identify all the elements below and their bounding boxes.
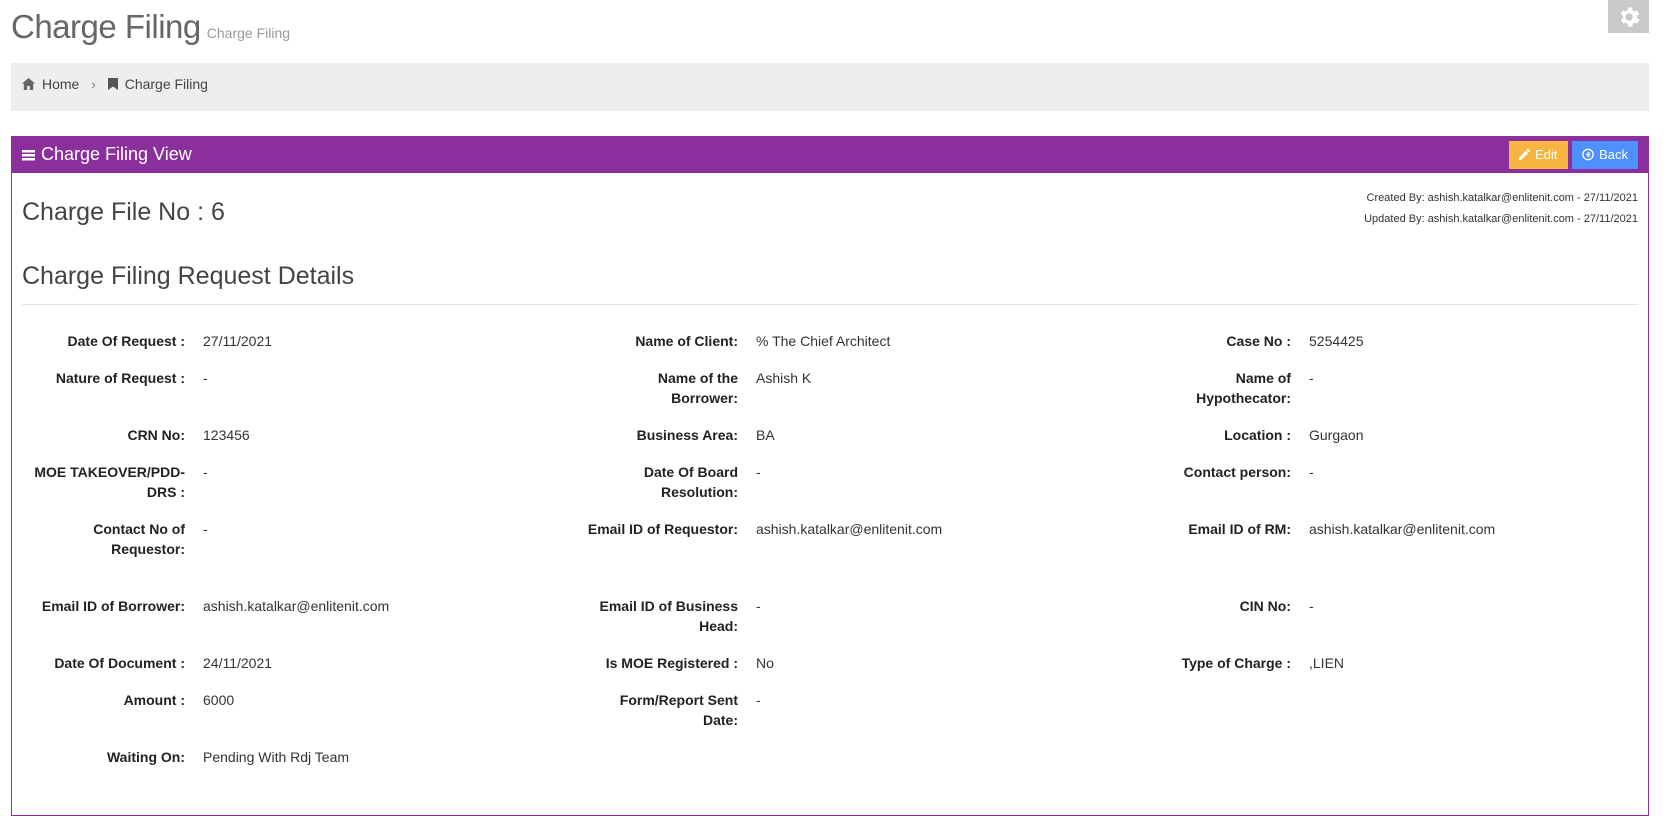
field-value: Pending With Rdj Team [203,749,350,765]
page-subtitle: Charge Filing [206,25,291,41]
edit-button[interactable]: Edit [1509,140,1568,169]
breadcrumb-home-label: Home [42,76,80,92]
field-label: Date Of Request : [67,333,185,349]
field-value: - [203,370,208,386]
field-label: Name of the Borrower: [657,370,738,406]
home-icon [22,78,35,90]
field-value: - [203,464,208,480]
page-header: Charge Filing Charge Filing [11,8,290,46]
field-label: Form/Report Sent Date: [619,692,738,728]
page-title: Charge Filing [11,8,201,45]
portlet-title-text: Charge Filing View [41,144,192,164]
field-label: Email ID of RM: [1188,521,1291,537]
breadcrumb: Home › Charge Filing [11,63,1649,111]
field-value: Ashish K [756,370,812,386]
field-value: Gurgaon [1309,427,1364,443]
charge-file-number: Charge File No : 6 [22,198,225,226]
field-label: Nature of Request : [55,370,185,386]
field-label: Type of Charge : [1181,655,1291,671]
breadcrumb-home[interactable]: Home [22,76,79,92]
field-label: Business Area: [636,427,738,443]
field-label: Date Of Document : [54,655,185,671]
field-label: Amount : [123,692,185,708]
field-value: - [1309,464,1314,480]
arrow-circle-left-icon [1582,148,1594,161]
field-label: Email ID of Business Head: [599,598,738,634]
portlet-title: Charge Filing View [22,144,192,165]
back-button-label: Back [1599,147,1628,162]
breadcrumb-current-label: Charge Filing [124,76,208,92]
settings-button[interactable] [1608,0,1649,33]
field-value: 24/11/2021 [203,655,273,671]
audit-info: Created By: ashish.katalkar@enlitenit.co… [1364,188,1638,230]
field-value: 6000 [203,692,235,708]
section-title: Charge Filing Request Details [22,262,355,290]
field-value: ashish.katalkar@enlitenit.com [1309,521,1496,537]
field-value: - [756,692,761,708]
chevron-right-icon: › [91,76,96,92]
field-label: Email ID of Requestor: [587,521,738,537]
list-icon [22,149,35,160]
edit-button-label: Edit [1535,147,1558,162]
back-button[interactable]: Back [1572,140,1638,169]
field-value: 27/11/2021 [203,333,273,349]
field-label: Contact person: [1183,464,1291,480]
field-value: - [756,598,761,614]
field-label: CIN No: [1239,598,1291,614]
field-label: Email ID of Borrower: [41,598,185,614]
breadcrumb-current: Charge Filing [107,76,208,92]
field-value: ashish.katalkar@enlitenit.com [756,521,943,537]
field-value: - [756,464,761,480]
field-value: 5254425 [1309,333,1364,349]
field-label: Contact No of Requestor: [93,521,185,557]
updated-by: Updated By: ashish.katalkar@enlitenit.co… [1364,213,1638,225]
field-label: Is MOE Registered : [605,655,738,671]
field-label: Name of Hypothecator: [1196,370,1291,406]
field-label: Case No : [1226,333,1291,349]
field-value: - [1309,598,1314,614]
header-actions: Edit Back [1509,140,1638,169]
field-label: CRN No: [127,427,185,443]
field-label: Name of Client: [635,333,738,349]
portlet-header: Charge Filing View Edit Back [12,136,1648,173]
section-divider [22,304,1638,305]
field-value: 123456 [203,427,250,443]
field-value: ashish.katalkar@enlitenit.com [203,598,390,614]
charge-filing-portlet: Charge Filing View Edit Back Created By:… [11,136,1649,816]
field-value: BA [756,427,775,443]
created-by: Created By: ashish.katalkar@enlitenit.co… [1366,192,1638,204]
field-value: - [203,521,208,537]
pencil-icon [1519,149,1530,160]
field-label: MOE TAKEOVER/PDD-DRS : [34,464,185,500]
field-value: - [1309,370,1314,386]
field-label: Waiting On: [106,749,185,765]
bookmark-icon [107,78,118,90]
gear-icon [1620,6,1640,27]
field-value: % The Chief Architect [756,333,891,349]
field-label: Date Of Board Resolution: [643,464,738,500]
field-value: No [756,655,774,671]
field-label: Location : [1224,427,1291,443]
field-value: ,LIEN [1309,655,1345,671]
